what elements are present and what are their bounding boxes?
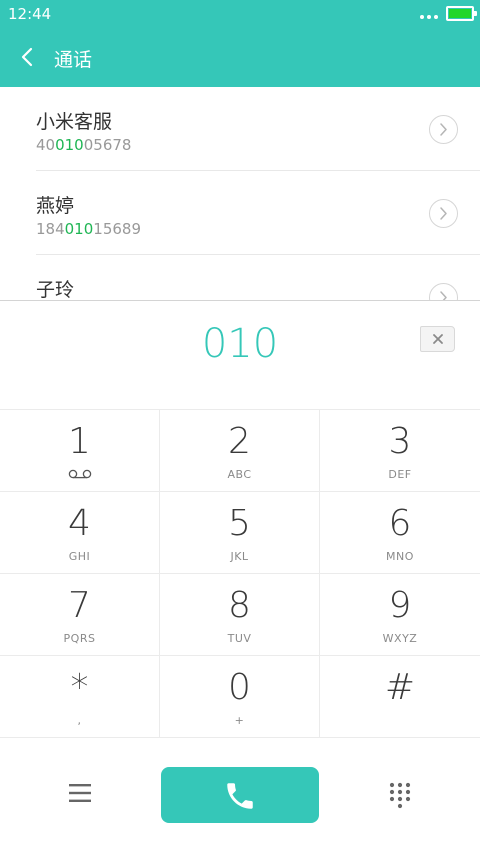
key-digit: * <box>70 667 89 708</box>
key-4[interactable]: 4 GHI <box>0 492 160 574</box>
key-digit: 4 <box>68 503 91 544</box>
dialpad-toggle-button[interactable] <box>388 782 412 810</box>
back-button[interactable] <box>14 44 42 72</box>
header: 12:44 通话 <box>0 0 480 87</box>
more-dots-icon <box>420 15 438 19</box>
chevron-right-icon <box>440 291 447 300</box>
key-letters: + <box>234 714 245 727</box>
delete-button[interactable] <box>420 326 455 352</box>
chevron-right-icon <box>440 207 447 220</box>
contact-row[interactable]: 燕婷 18401015689 <box>0 171 480 255</box>
menu-icon <box>69 784 91 802</box>
key-digit: 0 <box>228 667 251 708</box>
contact-detail-button[interactable] <box>429 115 458 144</box>
key-digit: 5 <box>228 503 251 544</box>
chevron-right-icon <box>440 123 447 136</box>
key-letters: TUV <box>227 632 252 645</box>
call-button[interactable] <box>161 767 319 823</box>
key-letters: , <box>77 714 82 727</box>
key-0[interactable]: 0 + <box>160 656 320 738</box>
dialed-number-display: 010 <box>0 300 480 409</box>
contact-name: 子玲 <box>36 279 75 300</box>
key-8[interactable]: 8 TUV <box>160 574 320 656</box>
phone-icon <box>227 783 253 809</box>
key-letters: ABC <box>227 468 252 481</box>
contact-name: 燕婷 <box>36 195 75 217</box>
bottom-bar <box>0 740 480 853</box>
key-9[interactable]: 9 WXYZ <box>320 574 480 656</box>
contact-number: 18401015689 <box>36 220 141 238</box>
key-6[interactable]: 6 MNO <box>320 492 480 574</box>
key-letters: GHI <box>68 550 91 563</box>
key-digit: # <box>384 667 416 708</box>
key-3[interactable]: 3 DEF <box>320 410 480 492</box>
status-bar: 12:44 <box>0 0 480 28</box>
dial-keypad: 1 2 ABC 3 DEF 4 GHI 5 JKL 6 MNO 7 PQRS 8… <box>0 409 480 739</box>
key-digit: 6 <box>388 503 412 544</box>
key-1[interactable]: 1 <box>0 410 160 492</box>
key-hash[interactable]: # <box>320 656 480 738</box>
key-star[interactable]: * , <box>0 656 160 738</box>
menu-button[interactable] <box>68 782 92 804</box>
backspace-icon <box>433 334 443 344</box>
contact-row[interactable]: 子玲 <box>0 255 480 300</box>
contact-detail-button[interactable] <box>429 199 458 228</box>
key-digit: 1 <box>68 421 91 462</box>
key-digit: 2 <box>228 421 251 462</box>
battery-icon <box>446 6 477 21</box>
voicemail-icon <box>68 469 92 479</box>
key-digit: 7 <box>68 585 91 626</box>
key-2[interactable]: 2 ABC <box>160 410 320 492</box>
key-letters: DEF <box>388 468 412 481</box>
contact-name: 小米客服 <box>36 111 113 133</box>
page-title: 通话 <box>54 49 93 71</box>
contact-results-list[interactable]: 小米客服 4001005678 燕婷 18401015689 子玲 <box>0 87 480 300</box>
contact-number: 4001005678 <box>36 136 132 154</box>
key-letters: JKL <box>230 550 249 563</box>
contact-detail-button[interactable] <box>429 283 458 300</box>
key-5[interactable]: 5 JKL <box>160 492 320 574</box>
key-letters: MNO <box>386 550 414 563</box>
contact-row[interactable]: 小米客服 4001005678 <box>0 87 480 171</box>
chevron-left-icon <box>21 47 33 67</box>
key-digit: 3 <box>388 421 412 462</box>
key-7[interactable]: 7 PQRS <box>0 574 160 656</box>
status-time: 12:44 <box>8 5 52 23</box>
dialed-number: 010 <box>201 321 279 367</box>
key-letters: PQRS <box>63 632 96 645</box>
key-digit: 9 <box>388 585 412 626</box>
key-letters: WXYZ <box>382 632 418 645</box>
key-digit: 8 <box>228 585 251 626</box>
dialpad-icon <box>389 782 411 809</box>
